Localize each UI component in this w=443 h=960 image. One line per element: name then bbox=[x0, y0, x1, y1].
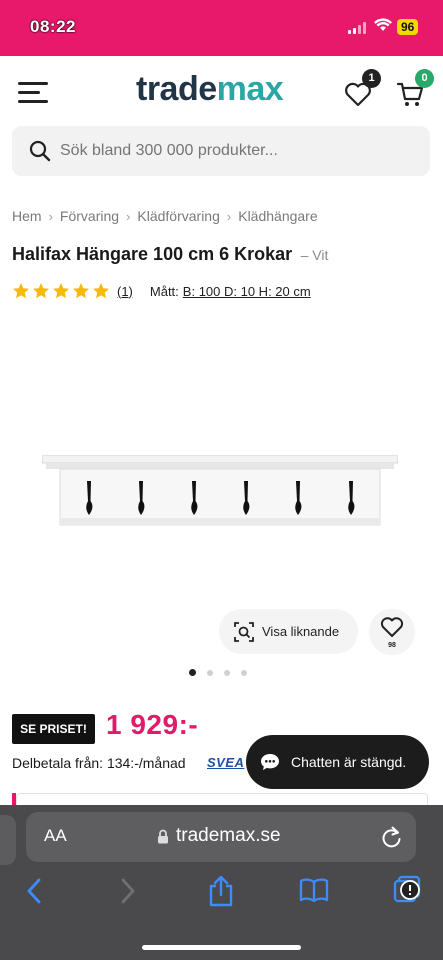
breadcrumb: Hem › Förvaring › Klädförvaring › Klädhä… bbox=[12, 208, 318, 224]
browser-toolbar bbox=[0, 875, 443, 915]
dimensions-link[interactable]: B: 100 D: 10 H: 20 cm bbox=[183, 284, 311, 299]
battery-indicator: 96 bbox=[397, 19, 419, 35]
status-bar: 08:22 96 bbox=[0, 0, 443, 56]
chat-button[interactable]: Chatten är stängd. bbox=[246, 735, 429, 789]
wishlist-count-badge: 1 bbox=[362, 69, 381, 88]
tabs-icon[interactable] bbox=[392, 875, 426, 907]
star-icon bbox=[53, 283, 69, 299]
reader-settings-button[interactable]: AA bbox=[44, 826, 67, 846]
back-icon[interactable] bbox=[26, 878, 42, 904]
logo-part2: max bbox=[216, 70, 284, 108]
carousel-dot[interactable] bbox=[189, 669, 196, 676]
star-icon bbox=[73, 283, 89, 299]
logo-part1: trade bbox=[136, 70, 217, 108]
reload-icon[interactable] bbox=[381, 826, 402, 848]
review-count-link[interactable]: (1) bbox=[117, 284, 133, 299]
dimensions-label: Mått: bbox=[149, 283, 179, 299]
product-image[interactable] bbox=[42, 455, 398, 530]
product-title: Halifax Hängare 100 cm 6 Krokar bbox=[12, 244, 293, 264]
search-input[interactable] bbox=[60, 126, 420, 176]
star-icon bbox=[33, 283, 49, 299]
product-title-row: Halifax Hängare 100 cm 6 Krokar – Vit bbox=[12, 244, 328, 265]
chat-icon bbox=[261, 754, 279, 770]
forward-icon[interactable] bbox=[120, 878, 136, 904]
site-logo[interactable]: trademax bbox=[136, 70, 284, 109]
star-icon bbox=[93, 283, 109, 299]
visual-search-icon bbox=[234, 621, 254, 642]
favorite-button[interactable]: 98 bbox=[369, 609, 415, 655]
search-icon bbox=[29, 140, 51, 162]
installment-text: Delbetala från: 134:-/månad bbox=[12, 755, 186, 771]
chevron-right-icon: › bbox=[48, 208, 53, 224]
url-text: trademax.se bbox=[176, 825, 281, 846]
browser-bar: AA trademax.se bbox=[0, 805, 443, 960]
breadcrumb-storage[interactable]: Förvaring bbox=[60, 208, 119, 224]
image-carousel-dots[interactable] bbox=[189, 669, 247, 676]
signal-icon bbox=[348, 22, 366, 34]
status-time: 08:22 bbox=[30, 17, 76, 36]
previous-tab-preview[interactable] bbox=[0, 815, 16, 865]
breadcrumb-home[interactable]: Hem bbox=[12, 208, 42, 224]
search-bar[interactable] bbox=[12, 126, 430, 176]
chevron-right-icon: › bbox=[226, 208, 232, 224]
wifi-icon bbox=[374, 18, 392, 31]
product-color: – Vit bbox=[300, 247, 329, 263]
star-icon bbox=[13, 283, 29, 299]
carousel-dot[interactable] bbox=[224, 669, 230, 676]
breadcrumb-clothes-hangers[interactable]: Klädhängare bbox=[238, 208, 317, 224]
heart-icon bbox=[380, 617, 404, 637]
product-price: 1 929:- bbox=[106, 709, 199, 740]
favorites-count: 98 bbox=[388, 642, 396, 649]
bookmarks-icon[interactable] bbox=[299, 878, 329, 902]
lock-icon bbox=[158, 829, 168, 844]
share-icon[interactable] bbox=[208, 875, 234, 907]
breadcrumb-clothes-storage[interactable]: Klädförvaring bbox=[137, 208, 220, 224]
carousel-dot[interactable] bbox=[241, 669, 247, 676]
chat-status-label: Chatten är stängd. bbox=[291, 754, 407, 770]
site-header: trademax 1 0 bbox=[0, 56, 443, 122]
sale-badge: SE PRISET! bbox=[12, 714, 95, 744]
rating-row: (1) Mått: B: 100 D: 10 H: 20 cm bbox=[12, 282, 311, 300]
show-similar-label: Visa liknande bbox=[262, 624, 340, 639]
star-rating[interactable] bbox=[12, 282, 110, 300]
carousel-dot[interactable] bbox=[207, 669, 213, 676]
svea-logo[interactable]: SVEA bbox=[207, 755, 244, 770]
cart-count-badge: 0 bbox=[415, 69, 434, 88]
address-bar[interactable]: AA trademax.se bbox=[26, 812, 416, 862]
content-card-edge bbox=[16, 793, 428, 805]
home-indicator bbox=[142, 945, 301, 950]
aa-label: AA bbox=[44, 826, 67, 845]
show-similar-button[interactable]: Visa liknande bbox=[219, 609, 358, 654]
chevron-right-icon: › bbox=[126, 208, 131, 224]
menu-icon[interactable] bbox=[18, 82, 48, 104]
